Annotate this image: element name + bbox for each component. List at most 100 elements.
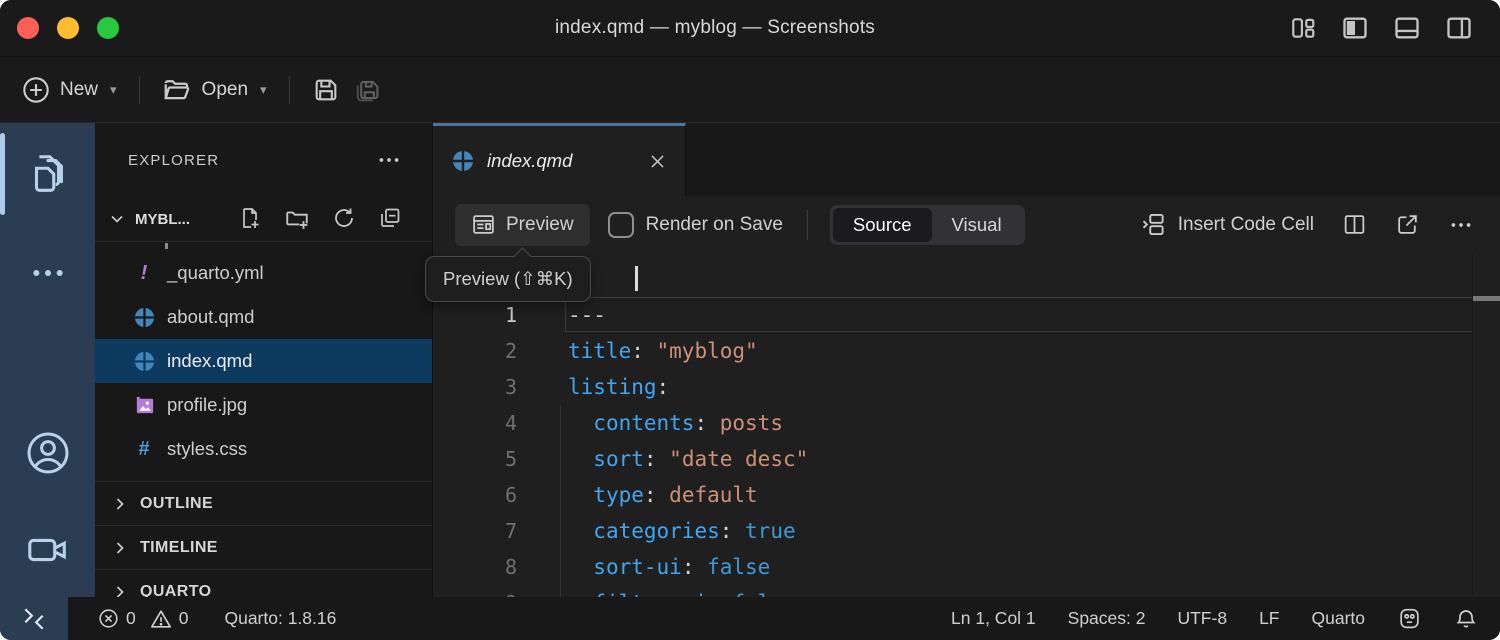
plus-circle-icon bbox=[22, 76, 50, 104]
tab-bar: index.qmd bbox=[433, 123, 1500, 196]
close-window-button[interactable] bbox=[17, 17, 39, 39]
collapse-all-icon[interactable] bbox=[378, 206, 402, 232]
code-line[interactable]: 8 sort-ui: false bbox=[433, 549, 1500, 585]
line-text: sort-ui: false bbox=[517, 555, 770, 579]
customize-layout-icon[interactable] bbox=[1288, 13, 1318, 43]
css-file-icon: # bbox=[131, 438, 157, 461]
code-token: : bbox=[720, 519, 745, 543]
indentation-status[interactable]: Spaces: 2 bbox=[1068, 608, 1146, 629]
code-line[interactable]: 3listing: bbox=[433, 369, 1500, 405]
code-token bbox=[568, 519, 593, 543]
file-row-about-qmd[interactable]: about.qmd bbox=[95, 295, 432, 339]
code-token bbox=[568, 555, 593, 579]
notifications-bell-icon[interactable] bbox=[1454, 607, 1478, 631]
explorer-icon[interactable] bbox=[0, 151, 95, 197]
line-text: listing: bbox=[517, 375, 669, 399]
code-token: false bbox=[707, 555, 770, 579]
remote-indicator[interactable] bbox=[0, 597, 68, 640]
code-line[interactable]: 2title: "myblog" bbox=[433, 333, 1500, 369]
code-token: : bbox=[644, 447, 669, 471]
code-token: contents bbox=[593, 411, 694, 435]
code-line[interactable]: 9 filter-ui: false bbox=[433, 585, 1500, 597]
file-row-styles-css[interactable]: # styles.css bbox=[95, 427, 432, 471]
workspace-section-header[interactable]: MYBL... bbox=[95, 197, 432, 241]
tab-label: index.qmd bbox=[487, 150, 572, 172]
code-token: "myblog" bbox=[657, 339, 758, 363]
toggle-panel-icon[interactable] bbox=[1392, 13, 1422, 43]
language-mode-status[interactable]: Quarto bbox=[1312, 608, 1366, 629]
file-row-profile-jpg[interactable]: profile.jpg bbox=[95, 383, 432, 427]
file-row-quarto-yml[interactable]: ! _quarto.yml bbox=[95, 251, 432, 295]
new-button[interactable]: New ▾ bbox=[22, 76, 117, 104]
code-editor[interactable]: 1---2title: "myblog"3listing:4 contents:… bbox=[433, 253, 1500, 597]
quarto-section-header[interactable]: QUARTO bbox=[95, 569, 432, 597]
save-button[interactable] bbox=[312, 76, 340, 104]
quarto-file-icon bbox=[131, 306, 157, 329]
problems-status[interactable]: 0 0 bbox=[98, 608, 188, 630]
visual-mode-button[interactable]: Visual bbox=[932, 208, 1022, 242]
refresh-icon[interactable] bbox=[332, 206, 356, 232]
line-number: 1 bbox=[433, 303, 517, 327]
split-editor-icon[interactable] bbox=[1342, 212, 1367, 237]
mode-toggle: Source Visual bbox=[830, 205, 1025, 245]
feedback-icon[interactable] bbox=[1397, 606, 1422, 631]
partially-scrolled-item bbox=[165, 243, 168, 249]
warning-icon bbox=[150, 608, 172, 630]
code-line[interactable]: 1--- bbox=[433, 297, 1500, 333]
editor-group: index.qmd bbox=[433, 123, 1500, 597]
workspace-name: MYBL... bbox=[135, 211, 190, 228]
cursor-position-status[interactable]: Ln 1, Col 1 bbox=[951, 608, 1036, 629]
code-token bbox=[568, 447, 593, 471]
yaml-warning-icon: ! bbox=[131, 262, 157, 285]
line-number: 6 bbox=[433, 483, 517, 507]
outline-section-header[interactable]: OUTLINE bbox=[95, 481, 432, 525]
new-button-label: New bbox=[60, 79, 98, 101]
source-mode-button[interactable]: Source bbox=[833, 208, 932, 242]
quarto-version-status[interactable]: Quarto: 1.8.16 bbox=[224, 608, 336, 629]
action-bar: New ▾ Open ▾ bbox=[0, 56, 1500, 122]
camera-icon[interactable] bbox=[0, 527, 95, 573]
minimize-window-button[interactable] bbox=[57, 17, 79, 39]
tooltip-text: Preview (⇧⌘K) bbox=[443, 268, 573, 290]
code-token: : bbox=[694, 411, 719, 435]
warning-count: 0 bbox=[179, 608, 189, 629]
folder-open-icon bbox=[162, 75, 192, 105]
toggle-primary-sidebar-icon[interactable] bbox=[1340, 13, 1370, 43]
timeline-section-header[interactable]: TIMELINE bbox=[95, 525, 432, 569]
open-external-icon[interactable] bbox=[1395, 212, 1420, 237]
code-token bbox=[568, 411, 593, 435]
file-name: index.qmd bbox=[167, 350, 252, 372]
more-actions-icon[interactable] bbox=[1448, 212, 1474, 238]
code-token: : bbox=[644, 483, 669, 507]
file-row-index-qmd[interactable]: index.qmd bbox=[95, 339, 432, 383]
close-icon[interactable] bbox=[648, 152, 667, 171]
chevron-down-icon: ▾ bbox=[110, 82, 117, 98]
code-token: true bbox=[745, 519, 796, 543]
quarto-file-icon bbox=[131, 350, 157, 373]
zoom-window-button[interactable] bbox=[97, 17, 119, 39]
new-folder-icon[interactable] bbox=[284, 206, 310, 232]
section-label: QUARTO bbox=[140, 583, 211, 598]
more-views-icon[interactable] bbox=[0, 253, 95, 293]
encoding-status[interactable]: UTF-8 bbox=[1177, 608, 1227, 629]
code-token: sort-ui bbox=[593, 555, 682, 579]
code-line[interactable]: 4 contents: posts bbox=[433, 405, 1500, 441]
toggle-secondary-sidebar-icon[interactable] bbox=[1444, 13, 1474, 43]
tab-index-qmd[interactable]: index.qmd bbox=[433, 123, 686, 196]
code-line[interactable]: 6 type: default bbox=[433, 477, 1500, 513]
render-on-save-checkbox[interactable] bbox=[608, 212, 634, 238]
code-token: : bbox=[657, 375, 670, 399]
preview-button[interactable]: Preview bbox=[455, 204, 590, 246]
chevron-right-icon bbox=[110, 538, 130, 558]
new-file-icon[interactable] bbox=[238, 206, 262, 232]
editor-action-bar: Preview Render on Save Source Visual bbox=[433, 196, 1500, 253]
open-button[interactable]: Open ▾ bbox=[162, 75, 267, 105]
explorer-more-icon[interactable] bbox=[376, 147, 402, 173]
insert-code-cell-icon[interactable] bbox=[1139, 211, 1166, 238]
code-line[interactable]: 7 categories: true bbox=[433, 513, 1500, 549]
line-text: type: default bbox=[517, 483, 758, 507]
eol-status[interactable]: LF bbox=[1259, 608, 1279, 629]
code-line[interactable]: 5 sort: "date desc" bbox=[433, 441, 1500, 477]
save-all-button[interactable] bbox=[352, 75, 382, 105]
account-icon[interactable] bbox=[0, 429, 95, 477]
